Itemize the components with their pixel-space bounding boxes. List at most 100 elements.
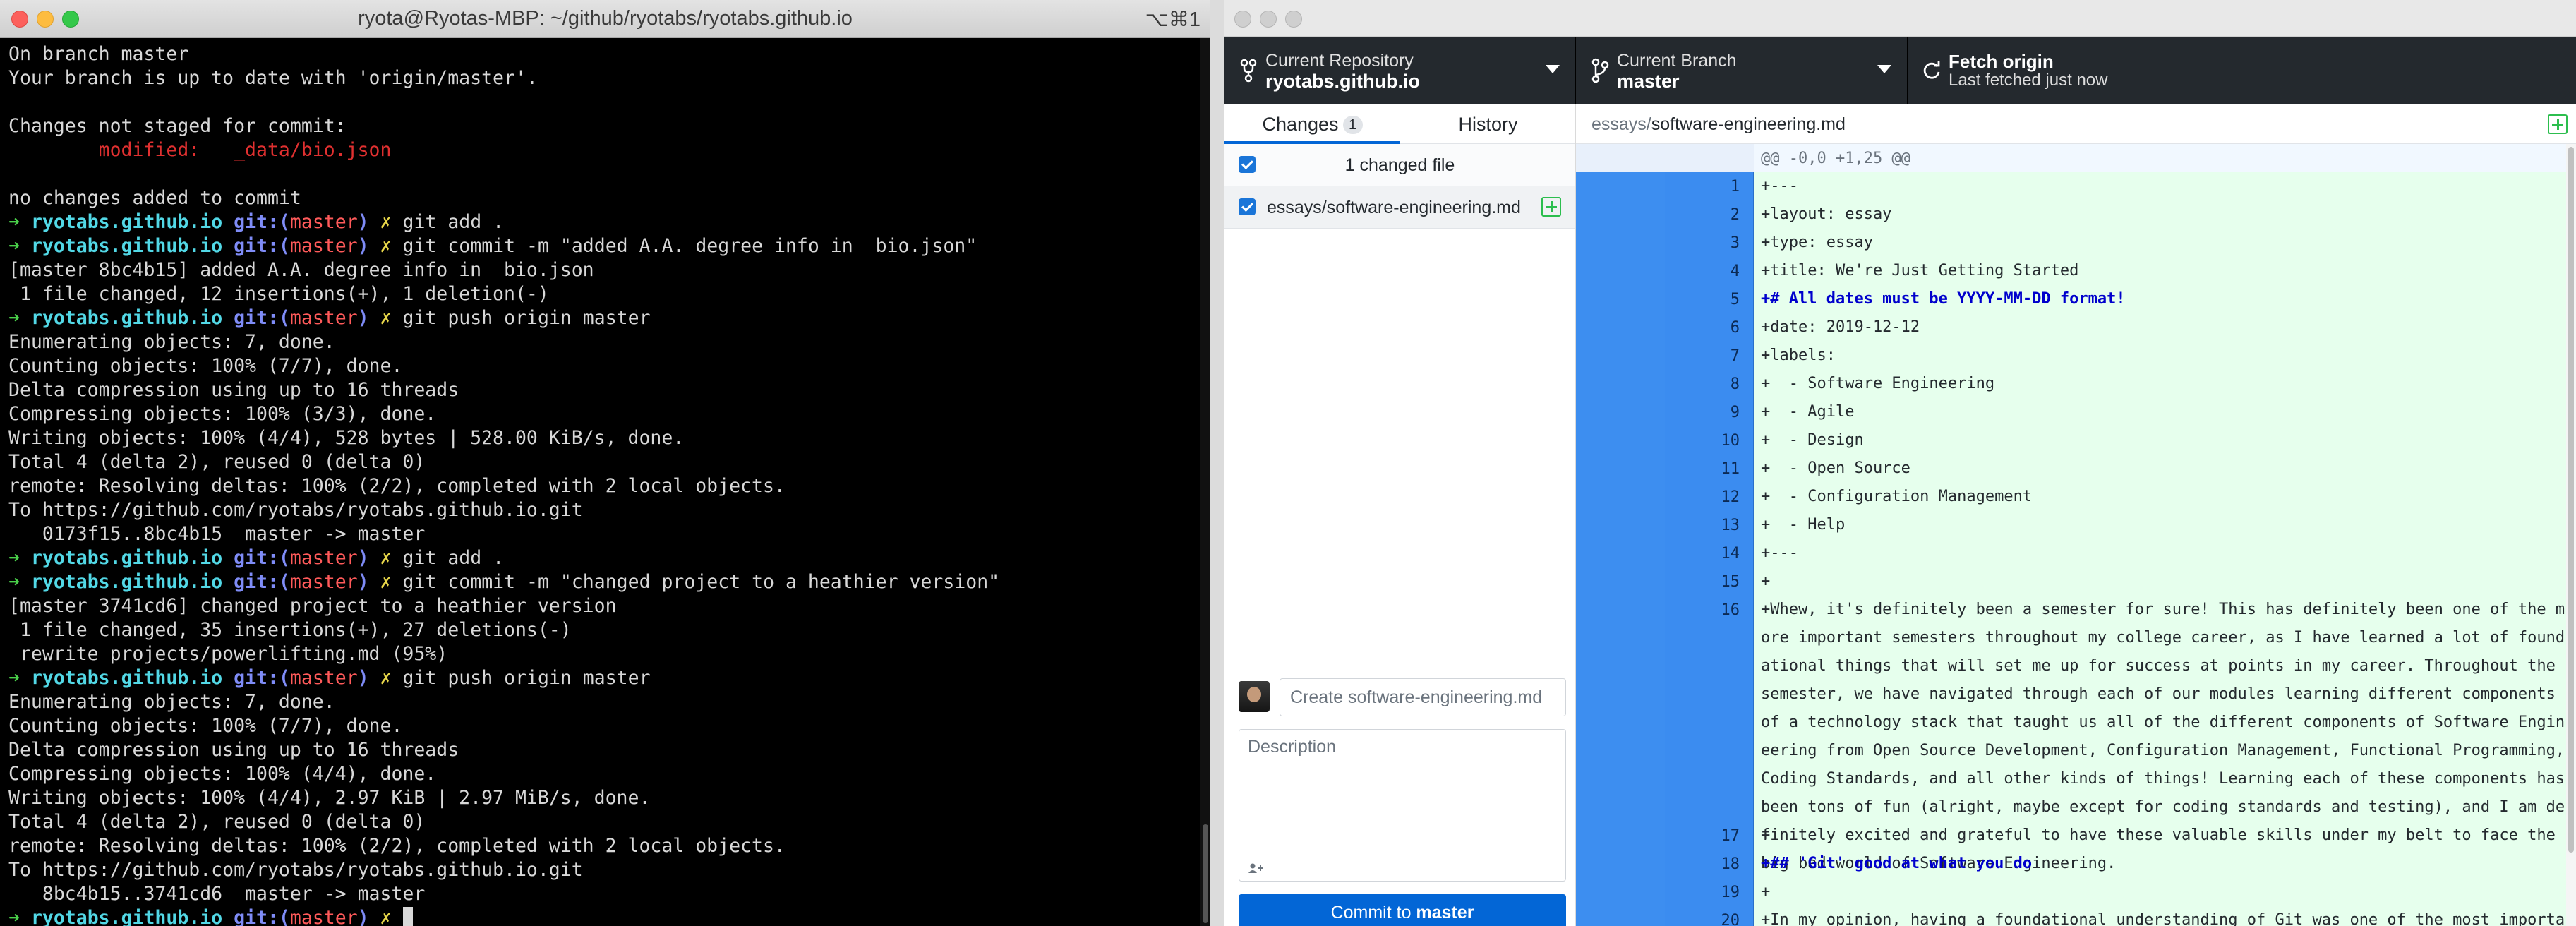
diff-path-dir: essays/ [1591, 114, 1651, 134]
diff-line[interactable]: 6 +date: 2019-12-12 [1731, 313, 2576, 342]
terminal-output[interactable]: On branch master Your branch is up to dat… [0, 38, 1200, 926]
prompt-branch: master [289, 211, 358, 233]
terminal-line: Total 4 (delta 2), reused 0 (delta 0) [8, 810, 1200, 834]
tab-history[interactable]: History [1400, 104, 1576, 144]
branch-value: master [1617, 71, 1680, 92]
diff-line[interactable]: 16 +Whew, it's definitely been a semester… [1721, 596, 2576, 872]
diff-line[interactable]: 7 +labels: [1731, 342, 2576, 370]
diff-line-text: +# All dates must be YYYY-MM-DD format! [1761, 290, 2126, 308]
output-text: To https://github.com/ryotabs/ryotabs.gi… [8, 859, 583, 881]
diff-line[interactable]: 9 + - Agile [1731, 398, 2576, 426]
prompt-dirty: ✗ [380, 667, 392, 689]
prompt-dir: ryotabs.github.io [30, 571, 223, 593]
terminal-line: On branch master [8, 42, 1200, 66]
tab-changes[interactable]: Changes 1 [1224, 104, 1400, 144]
prompt-dirty: ✗ [380, 571, 392, 593]
command-text: git commit -m "changed project to a heat… [402, 571, 1000, 593]
prompt-git-close: ) [357, 547, 369, 569]
terminal-scrollbar[interactable] [1200, 38, 1210, 926]
prompt-git: git:( [234, 235, 290, 257]
add-coauthor-icon[interactable] [1248, 862, 1265, 874]
old-line-gutter[interactable] [1576, 144, 1665, 926]
diff-line[interactable]: 8 + - Software Engineering [1731, 370, 2576, 398]
command-text: git add . [402, 211, 505, 233]
description-placeholder: Description [1248, 737, 1337, 757]
commit-summary-input[interactable]: Create software-engineering.md [1280, 678, 1566, 716]
diff-line[interactable]: 20 +In my opinion, having a foundational … [1721, 906, 2576, 926]
added-file-icon [2548, 114, 2568, 134]
commit-button[interactable]: Commit to master [1239, 894, 1566, 926]
line-number: 15 [1721, 573, 1740, 591]
close-window-button[interactable] [1234, 11, 1251, 28]
output-text: To https://github.com/ryotabs/ryotabs.gi… [8, 499, 583, 521]
line-number: 1 [1730, 178, 1740, 196]
terminal-line: Delta compression using up to 16 threads [8, 378, 1200, 402]
command-text: git push origin master [402, 307, 651, 329]
fetch-label: Fetch origin [1949, 51, 2054, 72]
diff-scrollbar-thumb[interactable] [2568, 147, 2574, 853]
tab-history-label: History [1458, 114, 1518, 135]
changed-files-count: 1 changed file [1344, 155, 1455, 175]
diff-line[interactable]: 14 +--- [1721, 539, 2576, 567]
diff-line[interactable]: 13 + - Help [1721, 511, 2576, 539]
diff-line-text: + - Agile [1761, 403, 1855, 421]
diff-line[interactable]: 4 +title: We're Just Getting Started [1731, 257, 2576, 285]
cursor [402, 907, 413, 926]
diff-scrollbar[interactable] [2566, 144, 2576, 926]
new-line-gutter[interactable] [1665, 144, 1754, 926]
terminal-line: To https://github.com/ryotabs/ryotabs.gi… [8, 858, 1200, 882]
hunk-gutter[interactable] [1576, 144, 1754, 172]
terminal-scrollbar-thumb[interactable] [1203, 824, 1208, 923]
diff-line[interactable]: 5 +# All dates must be YYYY-MM-DD format! [1731, 285, 2576, 313]
current-branch-dropdown[interactable]: Current Branch master [1576, 37, 1908, 104]
prompt-branch: master [289, 547, 358, 569]
diff-line[interactable]: 3 +type: essay [1731, 229, 2576, 257]
minimize-window-button[interactable] [1260, 11, 1277, 28]
terminal-line: [master 8bc4b15] added A.A. degree info … [8, 258, 1200, 282]
fetch-origin-button[interactable]: Fetch origin Last fetched just now [1908, 37, 2225, 104]
diff-line[interactable]: 11 + - Open Source [1721, 455, 2576, 483]
changes-sidebar: Changes 1 History 1 changed file essays/s… [1224, 104, 1576, 926]
diff-line[interactable]: 10 + - Design [1721, 426, 2576, 455]
output-text: [master 3741cd6] changed project to a he… [8, 595, 617, 617]
diff-line-text: + [1761, 572, 1771, 590]
terminal-line: Writing objects: 100% (4/4), 528 bytes |… [8, 426, 1200, 450]
output-text: rewrite projects/powerlifting.md (95%) [8, 643, 448, 665]
terminal-line: Compressing objects: 100% (3/3), done. [8, 402, 1200, 426]
diff-line[interactable]: 17 + [1721, 822, 2576, 850]
diff-line[interactable]: 18 +## 'Git' good at what you do [1721, 850, 2576, 878]
tab-changes-label: Changes [1262, 114, 1339, 135]
file-checkbox[interactable] [1239, 198, 1256, 215]
diff-line[interactable]: 1 +--- [1731, 172, 2576, 200]
sidebar-tabs: Changes 1 History [1224, 104, 1575, 144]
prompt-dirty: ✗ [380, 235, 392, 257]
desktop-titlebar [1224, 0, 2576, 37]
terminal-line: Total 4 (delta 2), reused 0 (delta 0) [8, 450, 1200, 474]
terminal-line: Your branch is up to date with 'origin/m… [8, 66, 1200, 90]
output-text: 8bc4b15..3741cd6 master -> master [8, 883, 426, 905]
changes-count-badge: 1 [1342, 116, 1363, 134]
commit-description-field[interactable]: Description [1239, 729, 1566, 882]
terminal-line: 1 file changed, 35 insertions(+), 27 del… [8, 618, 1200, 642]
diff-line[interactable]: 15 + [1721, 567, 2576, 596]
diff-line-text: +--- [1761, 177, 1798, 195]
diff-body[interactable]: @@ -0,0 +1,25 @@ 1 +--- 2 +layout: essay 3 +t… [1576, 144, 2576, 926]
list-item[interactable]: essays/software-engineering.md [1224, 186, 1575, 229]
prompt-branch: master [289, 667, 358, 689]
zoom-window-button[interactable] [1285, 11, 1302, 28]
diff-line[interactable]: 2 +layout: essay [1731, 200, 2576, 229]
prompt-git: git:( [234, 211, 290, 233]
prompt-dirty: ✗ [380, 547, 392, 569]
file-name: essays/software-engineering.md [1267, 198, 1521, 217]
diff-line-text: +layout: essay [1761, 205, 1892, 223]
diff-line[interactable]: 12 + - Configuration Management [1721, 483, 2576, 511]
diff-line-text: +--- [1761, 544, 1798, 562]
diff-line[interactable]: 19 + [1721, 878, 2576, 906]
line-number: 4 [1730, 263, 1740, 280]
terminal-line: 8bc4b15..3741cd6 master -> master [8, 882, 1200, 906]
terminal-titlebar: ryota@Ryotas-MBP: ~/github/ryotabs/ryota… [0, 0, 1210, 38]
prompt-git: git:( [234, 667, 290, 689]
output-text: modified: _data/bio.json [8, 139, 392, 161]
current-repository-dropdown[interactable]: Current Repository ryotabs.github.io [1224, 37, 1576, 104]
prompt-arrow: ➜ [8, 547, 20, 569]
